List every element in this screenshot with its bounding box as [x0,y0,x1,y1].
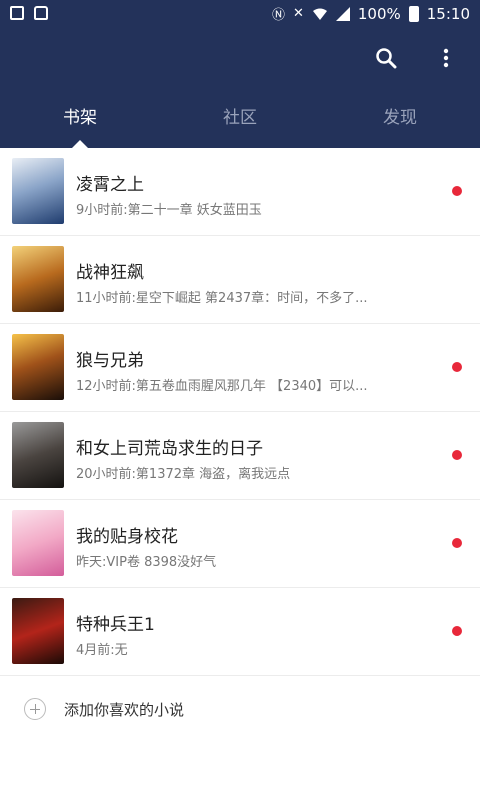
search-button[interactable] [368,40,404,76]
book-update: 9小时前:第二十一章 妖女蓝田玉 [76,203,262,218]
tab-discover[interactable]: 发现 [320,96,480,148]
unread-dot [452,626,462,636]
unread-dot [452,450,462,460]
unread-dot [452,538,462,548]
clock: 15:10 [426,4,470,23]
book-row[interactable]: 凌霄之上 9小时前:第二十一章 妖女蓝田玉 [0,148,480,236]
book-cover [12,334,64,400]
bag-icon [34,6,48,20]
tab-bookshelf[interactable]: 书架 [0,96,160,148]
tab-label: 发现 [383,108,417,128]
book-update: 12小时前:第五卷血雨腥风那几年 【2340】可以... [76,379,368,394]
book-row[interactable]: 战神狂飙 11小时前:星空下崛起 第2437章：时间，不多了... [0,236,480,324]
image-icon [10,6,24,20]
book-cover [12,510,64,576]
book-title: 凌霄之上 [76,175,144,195]
plus-circle-icon [24,698,46,720]
unread-dot [452,186,462,196]
book-cover [12,422,64,488]
tab-label: 书架 [63,108,97,128]
add-novel-label: 添加你喜欢的小说 [64,701,185,719]
battery-percent: 100% [357,4,401,23]
bookshelf-list: 凌霄之上 9小时前:第二十一章 妖女蓝田玉 战神狂飙 11小时前:星空下崛起 第… [0,148,480,676]
battery-icon [408,5,419,22]
add-novel-button[interactable]: 添加你喜欢的小说 [0,676,480,740]
nfc-icon: Ⓝ [271,8,285,23]
book-cover [12,158,64,224]
book-cover [12,246,64,312]
book-row[interactable]: 和女上司荒岛求生的日子 20小时前:第1372章 海盗，离我远点 [0,412,480,500]
book-title: 狼与兄弟 [76,351,144,371]
book-update: 20小时前:第1372章 海盗，离我远点 [76,467,291,482]
tab-label: 社区 [223,108,257,128]
book-title: 和女上司荒岛求生的日子 [76,439,263,459]
wifi-icon [312,8,327,20]
tab-bar: 书架 社区 发现 [0,96,480,148]
book-row[interactable]: 我的贴身校花 昨天:VIP卷 8398没好气 [0,500,480,588]
active-tab-indicator [72,140,88,148]
book-update: 4月前:无 [76,643,128,658]
tab-community[interactable]: 社区 [160,96,320,148]
unread-dot [452,362,462,372]
app-header: Ⓝ ✕ 100% 15:10 书架 社区 发现 [0,0,480,148]
book-title: 特种兵王1 [76,615,155,635]
search-icon [376,48,397,69]
book-update: 昨天:VIP卷 8398没好气 [76,555,217,570]
more-vertical-icon [443,48,449,68]
mute-icon: ✕ [292,6,304,21]
book-row[interactable]: 特种兵王1 4月前:无 [0,588,480,676]
status-bar: Ⓝ ✕ 100% 15:10 [0,0,480,28]
book-title: 我的贴身校花 [76,527,178,547]
more-options-button[interactable] [428,40,464,76]
signal-icon [335,6,350,21]
book-update: 11小时前:星空下崛起 第2437章：时间，不多了... [76,291,368,306]
book-row[interactable]: 狼与兄弟 12小时前:第五卷血雨腥风那几年 【2340】可以... [0,324,480,412]
book-title: 战神狂飙 [76,263,144,283]
book-cover [12,598,64,664]
